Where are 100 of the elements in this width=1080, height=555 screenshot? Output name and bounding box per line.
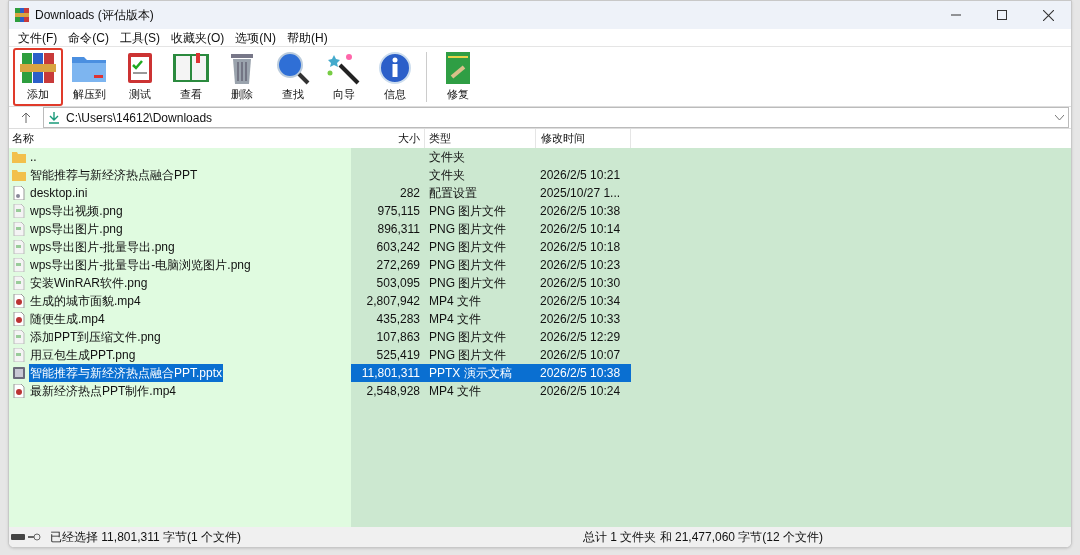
type-cell: 配置设置 — [429, 186, 477, 200]
size-cell: 2,548,928 — [366, 384, 420, 398]
date-cell: 2026/2/5 10:23 — [540, 258, 621, 272]
menu-item[interactable]: 命令(C) — [63, 28, 114, 47]
type-cell: PNG 图片文件 — [429, 222, 507, 236]
toolbar-button[interactable]: 解压到 — [64, 47, 114, 106]
settings-file-icon — [12, 186, 26, 200]
toolbar-button[interactable]: 信息 — [370, 47, 420, 106]
file-icon — [12, 222, 26, 236]
size-cell: 525,419 — [376, 348, 420, 362]
file-icon — [12, 204, 26, 218]
type-cell: PNG 图片文件 — [429, 258, 507, 272]
type-cell: PNG 图片文件 — [429, 240, 507, 254]
window-title: Downloads (评估版本) — [35, 7, 154, 24]
info-icon — [376, 50, 414, 85]
file-icon — [12, 276, 26, 290]
toolbar-button[interactable]: 向导 — [319, 47, 369, 106]
books-icon — [19, 50, 57, 85]
column-header[interactable]: 大小 — [351, 129, 424, 148]
date-cell: 2026/2/5 10:18 — [540, 240, 621, 254]
menu-item[interactable]: 文件(F) — [13, 28, 63, 47]
date-cell: 2026/2/5 10:14 — [540, 222, 621, 236]
drive-key-icon — [11, 532, 41, 542]
file-icon — [12, 258, 26, 272]
file-name[interactable]: 添加PPT到压缩文件.png — [29, 328, 162, 346]
status-selection: 已经选择 11,801,311 字节(1 个文件) — [50, 529, 241, 546]
presentation-file-icon — [12, 366, 26, 380]
date-cell: 2026/2/5 10:38 — [540, 204, 621, 218]
date-cell: 2026/2/5 10:30 — [540, 276, 621, 290]
dropdown-caret-icon — [1055, 114, 1064, 121]
size-cell: 435,283 — [376, 312, 420, 326]
type-cell: 文件夹 — [429, 168, 465, 182]
type-cell: PPTX 演示文稿 — [429, 366, 512, 380]
type-cell: MP4 文件 — [429, 384, 481, 398]
file-name[interactable]: 最新经济热点PPT制作.mp4 — [29, 382, 177, 400]
magnifier-icon — [274, 50, 312, 85]
toolbar-button[interactable]: 修复 — [433, 47, 483, 106]
file-name[interactable]: 生成的城市面貌.mp4 — [29, 292, 142, 310]
toolbar-button[interactable]: 查找 — [268, 47, 318, 106]
date-cell: 2025/10/27 1... — [540, 186, 621, 200]
status-total: 总计 1 文件夹 和 21,477,060 字节(12 个文件) — [582, 529, 824, 546]
date-cell: 2026/2/5 10:07 — [540, 348, 621, 362]
date-cell: 2026/2/5 10:24 — [540, 384, 621, 398]
video-file-icon — [12, 384, 26, 398]
toolbar-button[interactable]: 查看 — [166, 47, 216, 106]
type-cell: PNG 图片文件 — [429, 276, 507, 290]
type-cell: PNG 图片文件 — [429, 348, 507, 362]
file-icon — [12, 348, 26, 362]
size-cell: 11,801,311 — [361, 366, 420, 380]
menu-item[interactable]: 帮助(H) — [282, 28, 333, 47]
size-cell: 603,242 — [376, 240, 420, 254]
size-cell: 272,269 — [376, 258, 420, 272]
file-name[interactable]: 安装WinRAR软件.png — [29, 274, 149, 292]
close-icon — [1042, 9, 1054, 21]
folder-icon — [12, 150, 26, 164]
date-cell: 2026/2/5 10:33 — [540, 312, 621, 326]
file-icon — [12, 330, 26, 344]
toolbar-button[interactable]: 测试 — [115, 47, 165, 106]
folder-icon — [12, 168, 26, 182]
video-file-icon — [12, 312, 26, 326]
menu-item[interactable]: 选项(N) — [230, 28, 281, 47]
toolbar-button[interactable]: 添加 — [13, 47, 63, 106]
size-cell: 282 — [399, 186, 420, 200]
size-cell: 107,863 — [376, 330, 420, 344]
download-icon — [48, 111, 60, 124]
date-cell: 2026/2/5 12:29 — [540, 330, 621, 344]
file-name[interactable]: wps导出视频.png — [29, 202, 124, 220]
type-cell: MP4 文件 — [429, 294, 481, 308]
type-cell: 文件夹 — [429, 150, 465, 164]
file-name[interactable]: desktop.ini — [29, 184, 89, 202]
file-name[interactable]: wps导出图片-批量导出-电脑浏览图片.png — [29, 256, 252, 274]
toolbar-button[interactable]: 删除 — [217, 47, 267, 106]
file-name[interactable]: 随便生成.mp4 — [29, 310, 106, 328]
file-name[interactable]: wps导出图片-批量导出.png — [29, 238, 176, 256]
size-cell: 896,311 — [377, 222, 420, 236]
app-logo-icon — [15, 8, 29, 22]
size-cell: 503,095 — [376, 276, 420, 290]
column-header[interactable]: 类型 — [424, 129, 535, 148]
type-cell: PNG 图片文件 — [429, 204, 507, 218]
file-name[interactable]: 智能推荐与新经济热点融合PPT.pptx — [29, 364, 224, 382]
date-cell: 2026/2/5 10:21 — [540, 168, 621, 182]
file-name[interactable]: 用豆包生成PPT.png — [29, 346, 137, 364]
up-arrow-icon — [21, 112, 31, 123]
address-field[interactable]: C:\Users\14612\Downloads — [43, 107, 1069, 128]
file-name[interactable]: wps导出图片.png — [29, 220, 124, 238]
file-name[interactable]: 智能推荐与新经济热点融合PPT — [29, 166, 199, 184]
file-icon — [12, 240, 26, 254]
file-name[interactable]: .. — [29, 148, 38, 166]
maximize-icon — [997, 10, 1007, 20]
type-cell: MP4 文件 — [429, 312, 481, 326]
column-header[interactable]: 名称 — [9, 129, 351, 148]
menu-item[interactable]: 收藏夹(O) — [166, 28, 230, 47]
date-cell: 2026/2/5 10:34 — [540, 294, 621, 308]
date-cell: 2026/2/5 10:38 — [540, 366, 621, 380]
size-cell: 975,115 — [377, 204, 420, 218]
video-file-icon — [12, 294, 26, 308]
type-cell: PNG 图片文件 — [429, 330, 507, 344]
open-book-icon — [172, 50, 210, 85]
size-cell: 2,807,942 — [366, 294, 420, 308]
menu-item[interactable]: 工具(S) — [115, 28, 165, 47]
